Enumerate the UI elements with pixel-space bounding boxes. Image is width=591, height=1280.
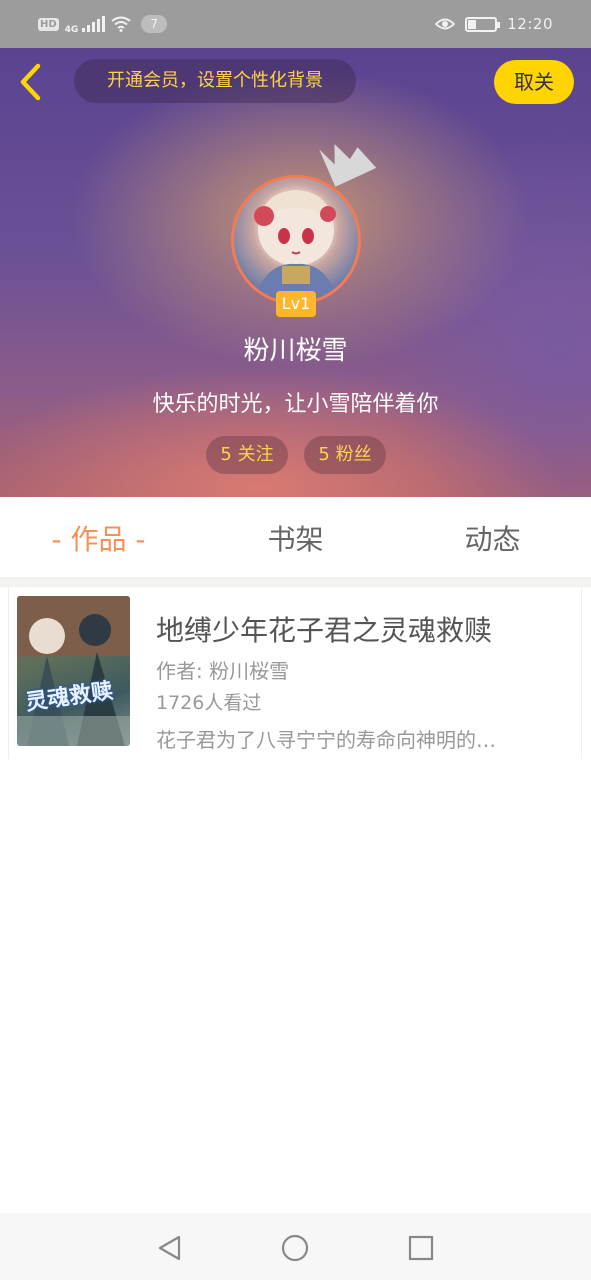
unfollow-button[interactable]: 取关: [494, 60, 574, 104]
notification-count-badge: 7: [141, 15, 167, 33]
vip-banner-button[interactable]: 开通会员，设置个性化背景: [74, 59, 356, 103]
signal-icon: [82, 16, 106, 32]
network-type: 4G: [64, 25, 79, 35]
eye-comfort-icon: [435, 18, 456, 30]
profile-header: 开通会员，设置个性化背景 取关 Lv1 粉川桜雪 快乐的时光，让小雪陪伴着你 5…: [0, 48, 591, 497]
avatar-illustration: [254, 190, 338, 302]
following-count-button[interactable]: 5 关注: [206, 436, 288, 474]
status-right: 12:20: [435, 15, 553, 33]
book-description: 花子君为了八寻宁宁的寿命向神明的…: [156, 728, 496, 752]
triangle-back-icon[interactable]: [155, 1233, 185, 1263]
chevron-left-icon: [20, 63, 41, 101]
status-bar: HD 4G 7 12:20: [0, 0, 591, 48]
clock: 12:20: [507, 15, 553, 33]
book-cover-art: [17, 596, 130, 746]
book-author: 作者: 粉川桜雪: [156, 659, 290, 683]
tab-works[interactable]: - 作品 -: [0, 497, 197, 577]
status-left: HD 4G 7: [38, 13, 167, 35]
level-badge: Lv1: [276, 291, 316, 317]
tab-bookshelf[interactable]: 书架: [197, 497, 394, 577]
back-button[interactable]: [14, 60, 50, 104]
section-divider: [0, 577, 591, 587]
fans-count-button[interactable]: 5 粉丝: [304, 436, 386, 474]
circle-home-icon[interactable]: [280, 1233, 310, 1263]
username: 粉川桜雪: [243, 336, 348, 366]
book-cover[interactable]: 灵魂救赎: [17, 596, 130, 746]
book-views: 1726人看过: [156, 692, 262, 714]
user-signature: 快乐的时光，让小雪陪伴着你: [152, 392, 439, 417]
book-title[interactable]: 地缚少年花子君之灵魂救赎: [156, 609, 492, 649]
profile-tabs: - 作品 - 书架 动态: [0, 497, 591, 577]
square-recent-icon[interactable]: [406, 1233, 436, 1263]
list-item[interactable]: 灵魂救赎 地缚少年花子君之灵魂救赎 作者: 粉川桜雪 1726人看过 花子君为了…: [8, 587, 582, 759]
tab-activity[interactable]: 动态: [394, 497, 591, 577]
battery-icon: [465, 16, 501, 32]
hd-indicator: HD: [38, 17, 59, 31]
wifi-icon: [111, 16, 131, 32]
avatar[interactable]: [231, 175, 361, 305]
system-nav-bar: [0, 1213, 591, 1280]
